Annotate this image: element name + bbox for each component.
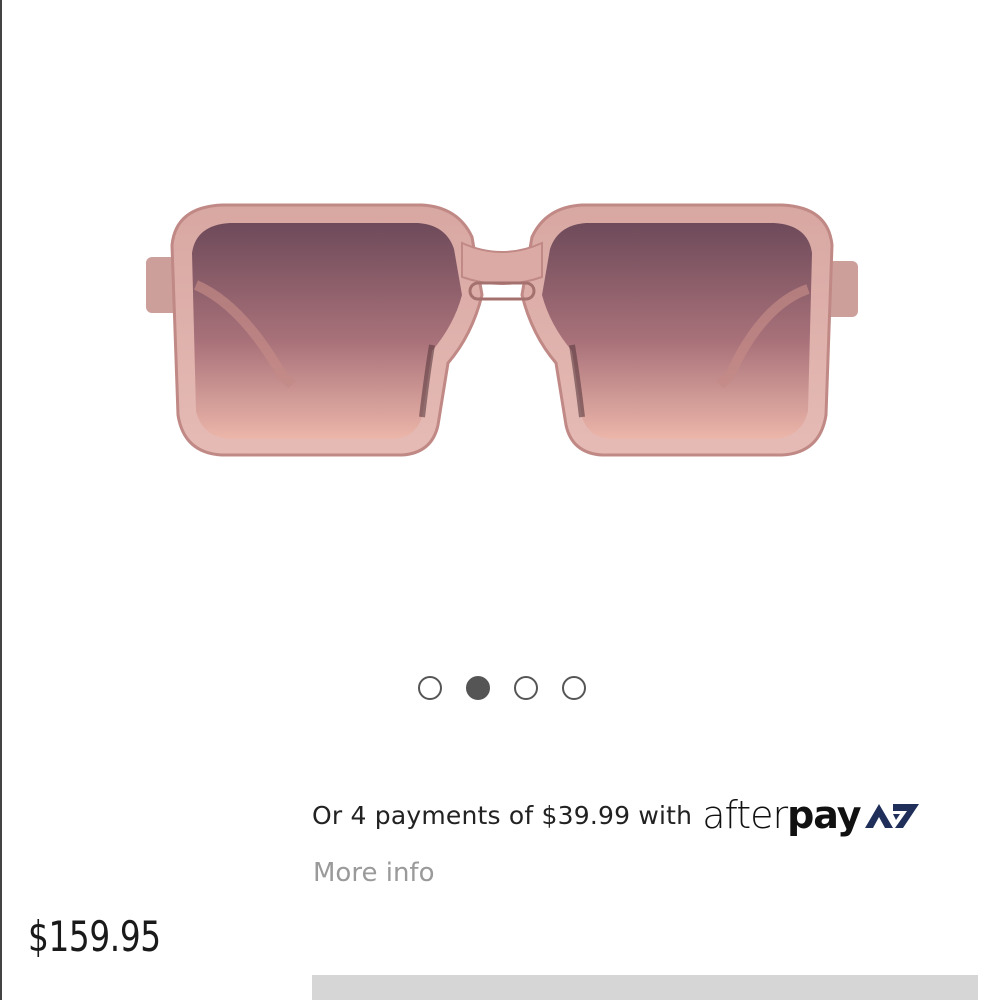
sunglasses-image xyxy=(146,203,858,457)
product-page: Or 4 payments of $39.99 with after pay M… xyxy=(0,0,1000,1000)
product-image[interactable] xyxy=(132,185,872,485)
afterpay-installments: Or 4 payments of $39.99 with after pay xyxy=(312,790,923,840)
carousel-dot-2-active[interactable] xyxy=(466,676,490,700)
afterpay-logo-pay: pay xyxy=(787,793,861,837)
product-price: $159.95 xyxy=(28,912,161,961)
carousel-dot-3[interactable] xyxy=(514,676,538,700)
carousel-pagination xyxy=(2,676,1000,702)
afterpay-installment-text: Or 4 payments of $39.99 with xyxy=(312,800,693,830)
afterpay-arrows-icon xyxy=(864,804,919,828)
carousel-dot-4[interactable] xyxy=(562,676,586,700)
carousel-dot-1[interactable] xyxy=(418,676,442,700)
more-info-link[interactable]: More info xyxy=(313,858,434,888)
add-to-bag-button[interactable] xyxy=(312,975,978,1000)
afterpay-logo: after pay xyxy=(702,793,922,837)
afterpay-logo-after: after xyxy=(702,793,788,837)
